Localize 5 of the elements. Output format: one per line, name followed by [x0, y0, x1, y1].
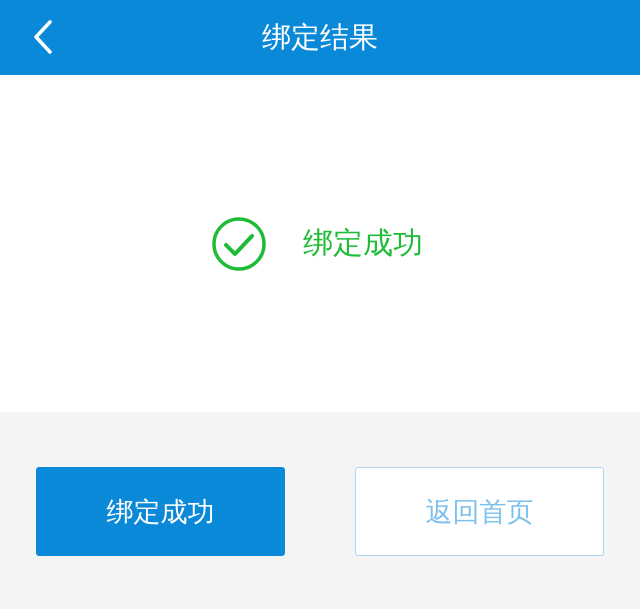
result-message: 绑定成功 — [303, 225, 423, 263]
action-button[interactable]: 绑定成功 — [36, 467, 285, 556]
action-button[interactable]: 返回首页 — [355, 467, 604, 556]
page-title: 绑定结果 — [262, 18, 378, 56]
back-icon — [32, 19, 54, 55]
